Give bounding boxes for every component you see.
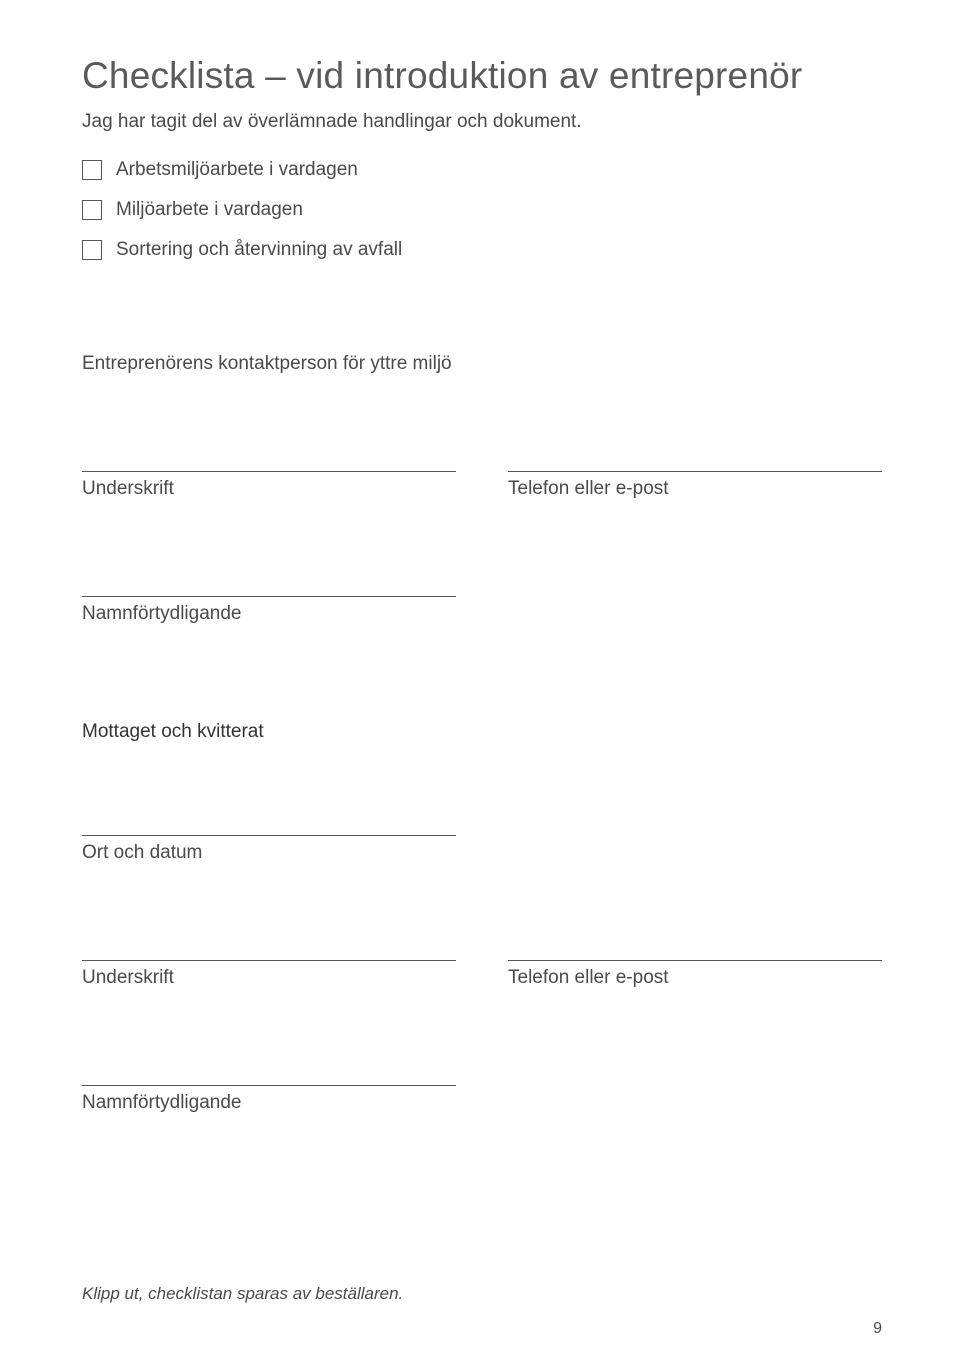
name-clarify-label-2: Namnförtydligande bbox=[82, 1092, 456, 1114]
ort-datum-label: Ort och datum bbox=[82, 842, 456, 864]
signature-label-2: Underskrift bbox=[82, 967, 456, 989]
name-clarify-input[interactable] bbox=[82, 596, 456, 597]
signature-input-2[interactable] bbox=[82, 960, 456, 961]
ort-datum-row: Ort och datum bbox=[82, 835, 882, 864]
contact-label: Telefon eller e-post bbox=[508, 478, 882, 500]
checklist-label: Arbetsmiljöarbete i vardagen bbox=[116, 159, 358, 181]
ort-datum-input[interactable] bbox=[82, 835, 456, 836]
received-heading: Mottaget och kvitterat bbox=[82, 721, 882, 743]
footnote: Klipp ut, checklistan sparas av beställa… bbox=[82, 1284, 403, 1304]
signature-label: Underskrift bbox=[82, 478, 456, 500]
name-clarify-label: Namnförtydligande bbox=[82, 603, 456, 625]
signature-input[interactable] bbox=[82, 471, 456, 472]
checkbox-icon[interactable] bbox=[82, 200, 102, 220]
name-clarify-row-1: Namnförtydligande bbox=[82, 596, 882, 625]
signature-row-1: Underskrift Telefon eller e-post bbox=[82, 471, 882, 500]
checklist-group: Arbetsmiljöarbete i vardagen Miljöarbete… bbox=[82, 159, 882, 261]
page-number: 9 bbox=[873, 1320, 882, 1338]
name-clarify-row-2: Namnförtydligande bbox=[82, 1085, 882, 1114]
checkbox-icon[interactable] bbox=[82, 240, 102, 260]
name-clarify-input-2[interactable] bbox=[82, 1085, 456, 1086]
contact-heading: Entreprenörens kontaktperson för yttre m… bbox=[82, 353, 882, 375]
contact-input[interactable] bbox=[508, 471, 882, 472]
checklist-item: Sortering och återvinning av avfall bbox=[82, 239, 882, 261]
checklist-item: Miljöarbete i vardagen bbox=[82, 199, 882, 221]
subheading: Jag har tagit del av överlämnade handlin… bbox=[82, 111, 882, 133]
page-title: Checklista – vid introduktion av entrepr… bbox=[82, 55, 882, 97]
checklist-item: Arbetsmiljöarbete i vardagen bbox=[82, 159, 882, 181]
checklist-label: Sortering och återvinning av avfall bbox=[116, 239, 402, 261]
signature-row-2: Underskrift Telefon eller e-post bbox=[82, 960, 882, 989]
checklist-label: Miljöarbete i vardagen bbox=[116, 199, 303, 221]
contact-input-2[interactable] bbox=[508, 960, 882, 961]
checkbox-icon[interactable] bbox=[82, 160, 102, 180]
contact-label-2: Telefon eller e-post bbox=[508, 967, 882, 989]
